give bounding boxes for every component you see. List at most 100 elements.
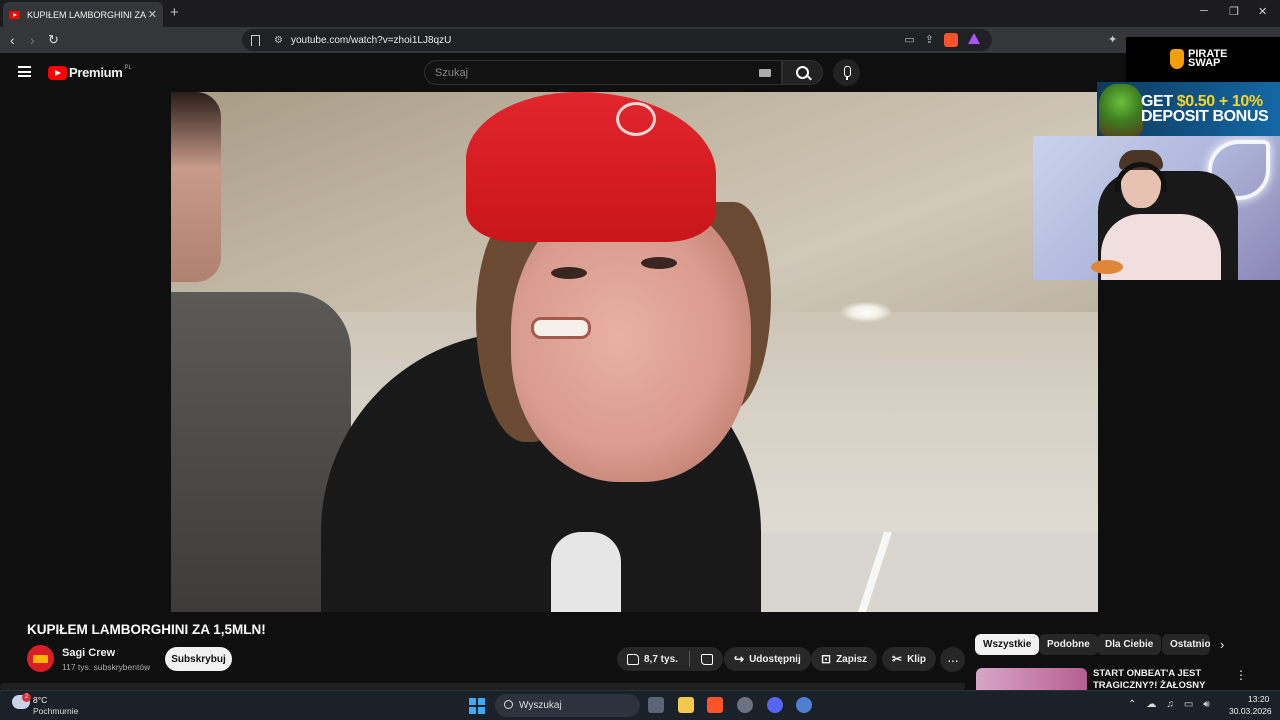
clip-button[interactable]: ✂ Klip — [882, 647, 936, 671]
url-text[interactable]: youtube.com/watch?v=zhoi1LJ8qzU — [291, 35, 451, 46]
taskbar-search-label: Wyszukaj — [519, 700, 562, 711]
logo-region: PL — [124, 64, 132, 71]
close-window-button[interactable]: ✕ — [1258, 5, 1267, 18]
video-frame-lamp — [841, 302, 891, 322]
app-icon[interactable] — [796, 697, 812, 713]
brave-shield-icon[interactable] — [944, 33, 958, 47]
address-bar[interactable]: ⚙ youtube.com/watch?v=zhoi1LJ8qzU ▭ ⇪ — [242, 29, 992, 51]
tab-title: KUPIŁEM LAMBORGHINI ZA — [27, 9, 147, 20]
site-info-icon[interactable]: ⚙ — [274, 35, 283, 46]
scissors-icon: ✂ — [892, 652, 903, 666]
extensions-area: ✦ — [1108, 33, 1117, 46]
back-icon[interactable]: ‹ — [10, 32, 15, 48]
clip-label: Klip — [907, 653, 926, 665]
streamer-webcam — [1033, 136, 1280, 280]
video-frame-hoodie-print — [551, 532, 621, 612]
chevron-right-icon[interactable]: › — [1220, 637, 1224, 652]
weather-temp[interactable]: 8°C — [33, 695, 47, 705]
youtube-premium-logo[interactable]: Premium PL — [48, 65, 132, 80]
restore-button[interactable]: ❐ — [1229, 5, 1239, 18]
network-app-icon[interactable]: ☁ — [1146, 699, 1156, 710]
chip-for-you[interactable]: Dla Ciebie — [1097, 634, 1162, 655]
forward-icon[interactable]: › — [30, 32, 35, 48]
chip-all[interactable]: Wszystkie — [975, 634, 1040, 655]
cast-icon[interactable]: ▭ — [904, 33, 914, 47]
minimize-button[interactable]: ─ — [1200, 5, 1208, 17]
keyboard-icon[interactable] — [759, 69, 771, 77]
pirateswap-logo-icon — [1170, 49, 1184, 69]
brave-rewards-icon[interactable] — [968, 33, 980, 44]
browser-toolbar: ‹ › ↻ ⚙ youtube.com/watch?v=zhoi1LJ8qzU … — [0, 27, 1280, 53]
brave-browser-icon[interactable] — [707, 697, 723, 713]
youtube-play-icon — [48, 65, 67, 80]
search-button[interactable] — [782, 60, 823, 85]
dislike-icon[interactable] — [700, 653, 713, 665]
video-frame-left-head — [171, 92, 221, 282]
pirateswap-ad: PIRATE SWAP — [1126, 37, 1280, 82]
channel-name[interactable]: Sagi Crew — [62, 647, 115, 659]
task-view-icon[interactable] — [648, 697, 664, 713]
discord-icon[interactable] — [767, 697, 783, 713]
video-frame-mouth — [531, 317, 591, 339]
save-icon: ⊡ — [821, 652, 832, 666]
reload-icon[interactable]: ↻ — [48, 32, 59, 48]
kebab-menu-icon[interactable]: ⋮ — [1235, 668, 1247, 682]
video-frame-eye — [641, 257, 677, 269]
save-button[interactable]: ⊡ Zapisz — [811, 647, 878, 671]
search-placeholder: Szukaj — [435, 66, 469, 79]
like-dislike-group: 8,7 tys. — [617, 647, 723, 671]
app-icon[interactable] — [737, 697, 753, 713]
like-separator — [688, 651, 690, 667]
browser-tab[interactable]: KUPIŁEM LAMBORGHINI ZA ✕ — [3, 2, 163, 27]
share-icon: ↪ — [734, 652, 745, 666]
new-tab-button[interactable]: + — [170, 4, 179, 21]
search-input[interactable]: Szukaj — [424, 60, 782, 85]
chip-similar[interactable]: Podobne — [1039, 634, 1098, 655]
pirateswap-logo-text: PIRATE SWAP — [1188, 48, 1228, 69]
browser-tab-bar: KUPIŁEM LAMBORGHINI ZA ✕ + ─ ❐ ✕ — [0, 0, 1280, 27]
system-tray: ⌃ ☁ ♫ ▭ 🔊︎ — [1128, 699, 1210, 710]
video-frame-cap-logo — [616, 102, 656, 136]
led-light — [1091, 260, 1123, 274]
subscribe-button[interactable]: Subskrybuj — [165, 647, 232, 671]
clock-time[interactable]: 13:20 — [1248, 694, 1269, 704]
description-box-edge — [0, 683, 965, 690]
bookmark-icon[interactable] — [251, 34, 260, 46]
weather-badge: 2 — [22, 693, 31, 702]
save-label: Zapisz — [836, 653, 868, 665]
extensions-icon[interactable]: ✦ — [1108, 33, 1117, 46]
youtube-favicon-icon — [9, 10, 20, 19]
video-title: KUPIŁEM LAMBORGHINI ZA 1,5MLN! — [27, 622, 266, 637]
mascot-icon — [1099, 84, 1143, 136]
bonus-text: GET $0.50 + 10% DEPOSIT BONUS — [1141, 94, 1269, 125]
logo-brand-text: Premium — [69, 65, 123, 80]
chevron-up-icon[interactable]: ⌃ — [1128, 699, 1136, 710]
menu-icon[interactable] — [18, 66, 31, 77]
display-icon[interactable]: ▭ — [1184, 699, 1193, 710]
video-frame-eye — [551, 267, 587, 279]
share-label: Udostępnij — [749, 653, 801, 665]
share-page-icon[interactable]: ⇪ — [925, 33, 934, 47]
channel-avatar[interactable] — [27, 645, 54, 672]
windows-taskbar: 2 8°C Pochmurnie Wyszukaj ⌃ ☁ ♫ ▭ 🔊︎ 13:… — [0, 690, 1280, 720]
subscriber-count: 117 tys. subskrybentów — [62, 662, 151, 672]
microphone-icon[interactable]: ♫ — [1166, 699, 1174, 710]
share-button[interactable]: ↪ Udostępnij — [724, 647, 811, 671]
clock-date[interactable]: 30.03.2026 — [1229, 706, 1272, 716]
chip-recent[interactable]: Ostatnio — [1162, 634, 1210, 655]
related-video-thumbnail[interactable] — [976, 668, 1087, 690]
more-actions-button[interactable]: ··· — [940, 647, 965, 672]
like-count[interactable]: 8,7 tys. — [644, 654, 678, 665]
related-video-title[interactable]: START ONBEAT'A JEST TRAGICZNY?! ŻAŁOSNY — [1093, 668, 1223, 690]
file-explorer-icon[interactable] — [678, 697, 694, 713]
like-icon[interactable] — [627, 653, 639, 665]
bonus-line2: DEPOSIT BONUS — [1141, 108, 1269, 125]
tab-close-icon[interactable]: ✕ — [148, 8, 157, 21]
deposit-bonus-ad: GET $0.50 + 10% DEPOSIT BONUS — [1097, 82, 1280, 136]
windows-start-icon[interactable] — [469, 698, 485, 714]
video-player[interactable] — [171, 92, 1098, 612]
volume-icon[interactable]: 🔊︎ — [1203, 699, 1209, 710]
weather-desc[interactable]: Pochmurnie — [33, 706, 78, 716]
taskbar-search[interactable]: Wyszukaj — [495, 694, 640, 717]
voice-search-button[interactable] — [833, 59, 860, 86]
